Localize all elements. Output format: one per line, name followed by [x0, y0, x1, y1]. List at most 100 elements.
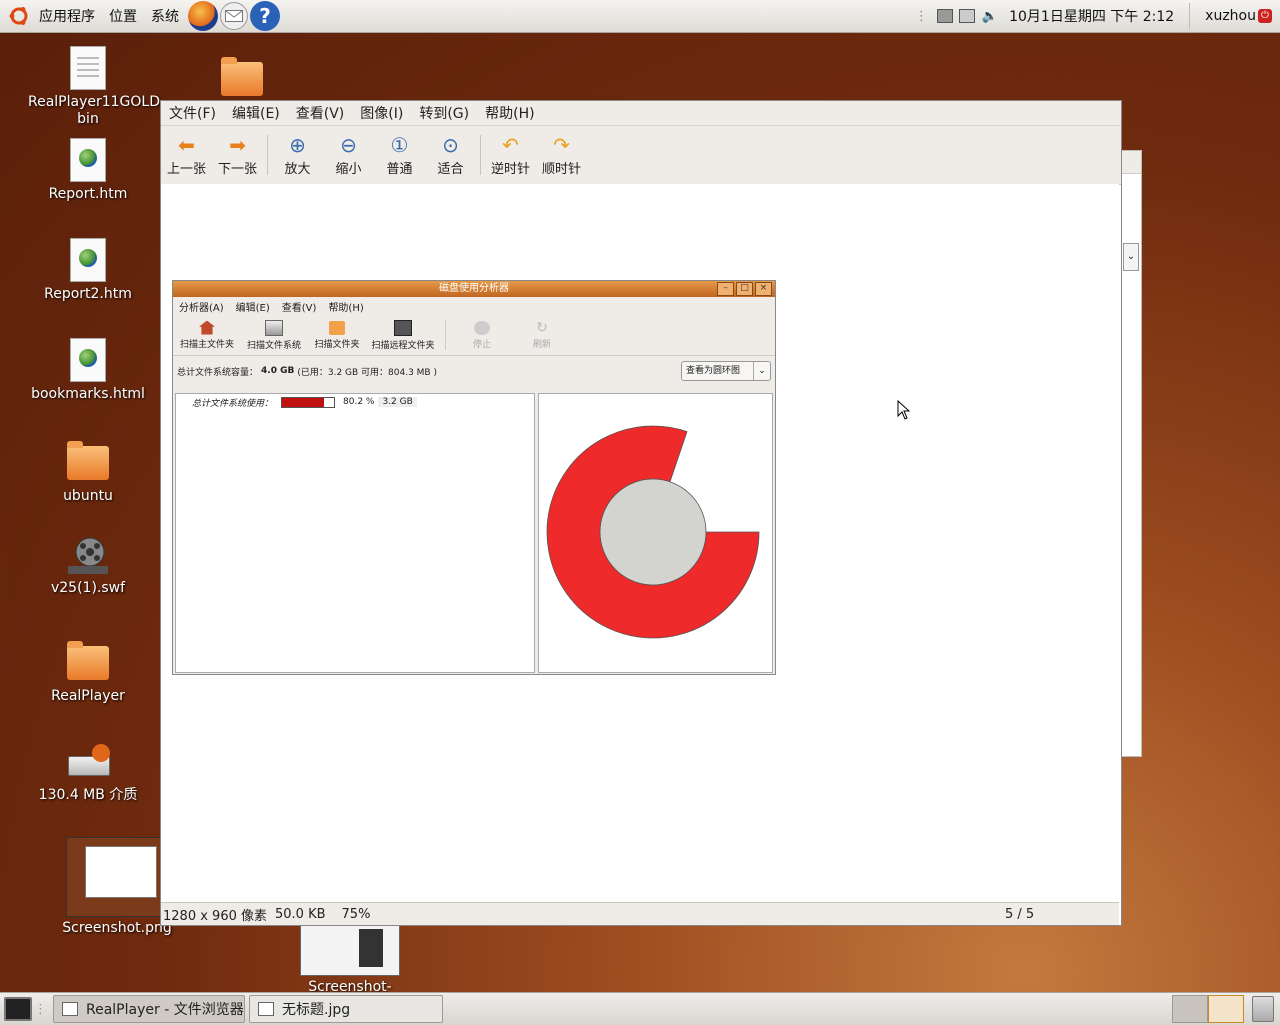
desktop-icon-label: bookmarks.html: [31, 386, 145, 402]
disk-analyzer-image: 磁盘使用分析器 – □ × 分析器(A) 编辑(E) 查看(V) 帮助(H) 扫…: [172, 280, 776, 675]
harddisk-icon: [265, 319, 283, 336]
document-icon: [70, 46, 106, 90]
menu-view: 查看(V): [281, 302, 317, 314]
stop-label: 停止: [472, 339, 491, 350]
menu-help: 帮助(H): [328, 302, 364, 314]
ring-chart: [546, 425, 760, 639]
stop-button: 停止: [452, 320, 512, 350]
folder-icon: [221, 57, 263, 96]
power-icon[interactable]: ⏻: [1258, 9, 1272, 23]
image-viewer-window[interactable]: 文件(F) 编辑(E) 查看(V) 图像(I) 转到(G) 帮助(H) ⬅ 上一…: [160, 100, 1122, 926]
scan-folder-label: 扫描文件夹: [314, 339, 360, 350]
desktop-icon-ubuntu[interactable]: ubuntu: [28, 441, 148, 504]
desktop-icon-realplayer[interactable]: RealPlayer: [28, 641, 148, 704]
usage-tree: 总计文件系统使用： 80.2 % 3.2 GB: [175, 393, 535, 673]
zoom-out-label: 缩小: [335, 161, 362, 177]
ubuntu-logo-icon[interactable]: [8, 5, 30, 27]
workspace-2[interactable]: [1208, 995, 1244, 1023]
desktop-icon-realplayer-bin[interactable]: RealPlayer11GOLD. bin: [28, 46, 165, 128]
ring-chart-panel: [538, 393, 773, 673]
scan-filesystem-button: 扫描文件系统: [241, 319, 307, 351]
fit-button[interactable]: ⊙ 适合: [425, 134, 476, 177]
task-image-viewer[interactable]: 无标题.jpg: [249, 995, 443, 1023]
menu-system[interactable]: 系统: [144, 6, 186, 26]
desktop-icon-media[interactable]: 130.4 MB 介质: [28, 744, 148, 804]
desktop-icon-label: Report2.htm: [44, 286, 132, 302]
printer-icon[interactable]: [958, 9, 975, 23]
folder-icon: [67, 641, 109, 680]
next-label: 下一张: [217, 161, 257, 177]
capacity-detail: (已用：3.2 GB 可用：804.3 MB ): [297, 367, 437, 378]
rotate-ccw-label: 逆时针: [490, 161, 530, 177]
refresh-label: 刷新: [532, 339, 551, 350]
rotate-cw-button[interactable]: ↷ 顺时针: [536, 134, 587, 177]
viewer-menubar: 文件(F) 编辑(E) 查看(V) 图像(I) 转到(G) 帮助(H): [161, 101, 1121, 126]
task-file-browser[interactable]: RealPlayer - 文件浏览器: [53, 995, 245, 1023]
screenshot-121-thumbnail[interactable]: [300, 924, 400, 976]
mail-icon[interactable]: [220, 2, 248, 30]
background-window[interactable]: ⌄: [1120, 150, 1142, 757]
firefox-icon[interactable]: [188, 1, 218, 31]
menu-places[interactable]: 位置: [102, 6, 144, 26]
desktop-icon-bookmarks[interactable]: bookmarks.html: [28, 338, 148, 402]
menu-go[interactable]: 转到(G): [411, 103, 477, 123]
usb-badge-icon: [92, 744, 110, 762]
desktop-icon-screenshot[interactable]: Screenshot.png: [57, 920, 177, 936]
zoom-out-icon: ⊖: [340, 132, 357, 157]
desktop-icon-report[interactable]: Report.htm: [28, 138, 148, 202]
usage-row: 总计文件系统使用： 80.2 % 3.2 GB: [176, 394, 534, 410]
menu-file[interactable]: 文件(F): [161, 103, 224, 123]
scan-remote-label: 扫描远程文件夹: [371, 340, 435, 351]
rotate-ccw-button[interactable]: ↶ 逆时针: [485, 134, 536, 177]
image-dimensions: 1280 x 960 像素: [163, 908, 267, 924]
rotate-ccw-icon: ↶: [502, 132, 519, 157]
usage-size: 3.2 GB: [378, 397, 417, 407]
menu-applications[interactable]: 应用程序: [32, 6, 102, 26]
image-canvas[interactable]: 磁盘使用分析器 – □ × 分析器(A) 编辑(E) 查看(V) 帮助(H) 扫…: [161, 184, 1119, 901]
refresh-icon: ↻: [536, 319, 548, 336]
menu-view[interactable]: 查看(V): [288, 103, 353, 123]
trash-icon[interactable]: [1252, 996, 1274, 1022]
desktop-icon-report2[interactable]: Report2.htm: [28, 238, 148, 302]
help-icon[interactable]: ?: [250, 1, 280, 31]
workspace-switcher[interactable]: [1172, 995, 1244, 1023]
workspace-1[interactable]: [1172, 995, 1208, 1023]
screenshot-thumbnail[interactable]: [66, 837, 162, 917]
toolbar-separator: [267, 135, 268, 175]
zoom-normal-icon: ①: [390, 132, 409, 157]
task-label: RealPlayer - 文件浏览器: [86, 1002, 244, 1018]
desktop-icon-folder[interactable]: [182, 57, 302, 100]
next-button[interactable]: ➡ 下一张: [212, 134, 263, 177]
usage-percent: 80.2 %: [343, 397, 375, 407]
menu-edit: 编辑(E): [235, 302, 270, 314]
menu-edit[interactable]: 编辑(E): [224, 103, 288, 123]
user-name[interactable]: xuzhou: [1198, 8, 1258, 24]
desktop-icon-label: RealPlayer11GOLD. bin: [28, 94, 165, 127]
image-position: 5 / 5: [1005, 906, 1035, 922]
scan-home-label: 扫描主文件夹: [179, 339, 234, 350]
menu-help[interactable]: 帮助(H): [477, 103, 542, 123]
normal-label: 普通: [386, 161, 413, 177]
desktop-icon-label: ubuntu: [63, 488, 113, 504]
network-icon[interactable]: [936, 9, 953, 23]
panel-handle-icon: ⋮: [34, 1001, 47, 1017]
disk-analyzer-toolbar: 扫描主文件夹 扫描文件系统 扫描文件夹 扫描远程文件夹 停止 ↻ 刷新: [173, 315, 775, 356]
menu-image[interactable]: 图像(I): [352, 103, 411, 123]
clock[interactable]: 10月1日星期四 下午 2:12: [1002, 6, 1181, 26]
zoom-in-button[interactable]: ⊕ 放大: [272, 134, 323, 177]
disk-analyzer-menubar: 分析器(A) 编辑(E) 查看(V) 帮助(H): [173, 297, 775, 315]
show-desktop-icon[interactable]: [4, 997, 32, 1021]
scan-filesystem-label: 扫描文件系统: [246, 340, 301, 351]
image-filesize: 50.0 KB: [275, 906, 326, 922]
web-document-icon: [70, 338, 106, 382]
volume-icon[interactable]: 🔈: [982, 9, 998, 24]
prev-button[interactable]: ⬅ 上一张: [161, 134, 212, 177]
normal-size-button[interactable]: ① 普通: [374, 134, 425, 177]
zoom-out-button[interactable]: ⊖ 缩小: [323, 134, 374, 177]
desktop-icon-screenshot-121[interactable]: Screenshot-121.png: [290, 979, 410, 992]
usage-bar: [281, 396, 336, 408]
desktop-icon-swf[interactable]: v25(1).swf: [28, 536, 148, 596]
chevron-icon[interactable]: ⌄: [1123, 243, 1139, 271]
scan-home-button: 扫描主文件夹: [173, 320, 241, 350]
rotate-cw-icon: ↷: [553, 132, 570, 157]
